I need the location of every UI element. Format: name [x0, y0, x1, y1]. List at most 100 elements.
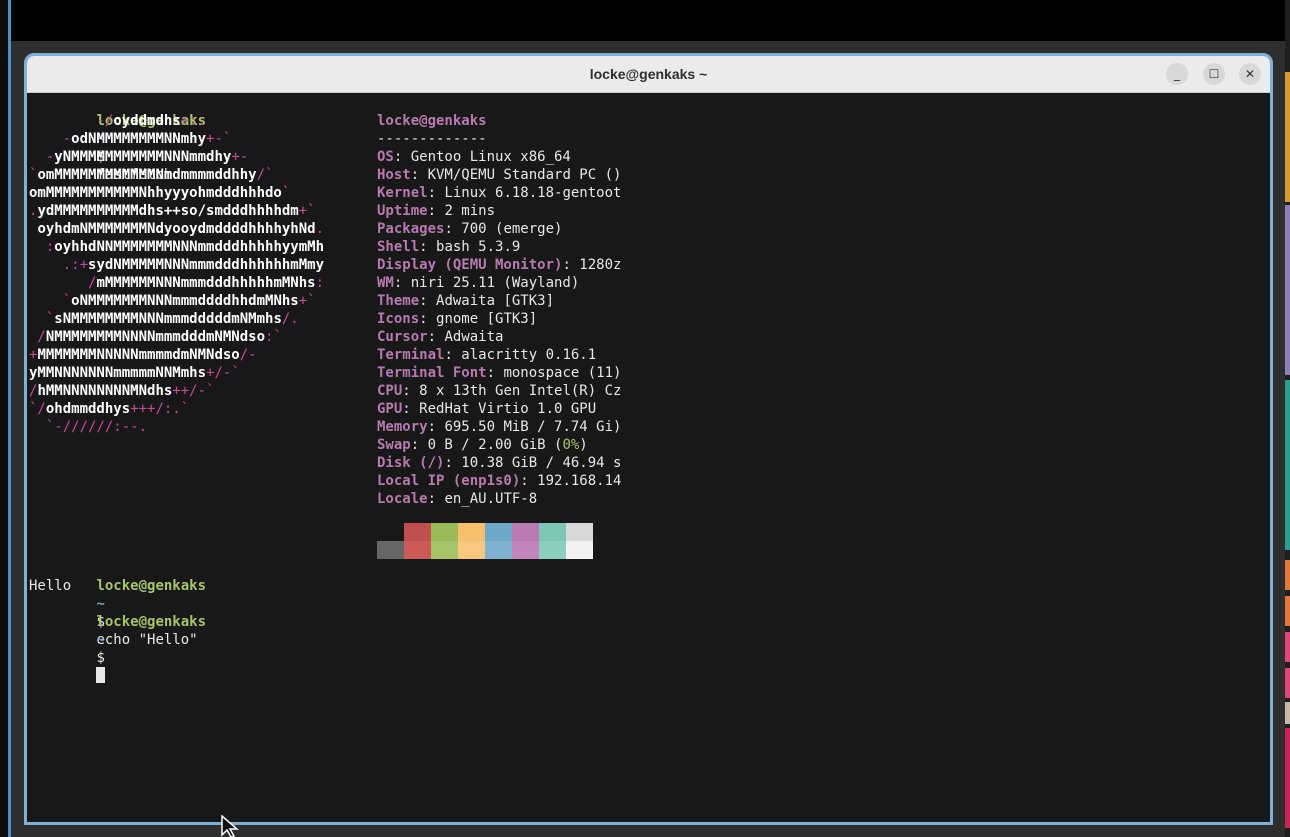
palette-swatch [566, 523, 593, 541]
logo-line: `sNMMMMMMMMNNNmmmdddddmNMmhs/. [29, 311, 299, 327]
palette-swatch [377, 541, 404, 559]
desktop: locke@genkaks ~ _ ☐ ✕ locke@genkaks ~ $ … [0, 0, 1290, 837]
info-key: WM [377, 275, 394, 291]
info-row: WM: niri 25.11 (Wayland) [377, 275, 580, 291]
logo-line: :oyhhdNNMMMMMMMNNNmmdddhhhhhyymMh [29, 239, 325, 255]
info-key: Swap [377, 437, 411, 453]
info-row: Uptime: 2 mins [377, 203, 496, 219]
prompt-line: locke@genkaks ~ $ [29, 595, 206, 683]
terminal-window[interactable]: locke@genkaks ~ _ ☐ ✕ locke@genkaks ~ $ … [24, 53, 1273, 825]
info-key: Local IP (enp1s0) [377, 473, 521, 489]
info-row: CPU: 8 x 13th Gen Intel(R) Cz [377, 383, 622, 399]
info-row: Host: KVM/QEMU Standard PC () [377, 167, 622, 183]
logo-line: /mMMMMMMNNNmmmdddhhhhhmMNhs: [29, 275, 325, 291]
fastfetch-separator: ------------- [377, 131, 487, 147]
info-value: 695.50 MiB / 7.74 Gi) [444, 419, 622, 435]
logo-line: -yNMMMMMMMMMMMNNNmmdhy+- [29, 149, 249, 165]
info-key: CPU [377, 383, 403, 399]
terminal-area[interactable]: locke@genkaks ~ $ fastfetch -/oyddmdhs+:… [27, 93, 1270, 822]
prompt-dir: ~ [96, 632, 105, 648]
palette-swatch [512, 541, 539, 559]
palette-swatch [458, 523, 485, 541]
info-value: gnome [GTK3] [436, 311, 538, 327]
logo-line: .ydMMMMMMMMMMdhs++so/smdddhhhhdm+` [29, 203, 316, 219]
info-key: Terminal Font [377, 365, 487, 381]
info-value: 8 x 13th Gen Intel(R) Cz [419, 383, 622, 399]
info-value: 0 B / 2.00 GiB ( [427, 437, 563, 453]
prompt-user: locke@genkaks [96, 578, 207, 594]
command-text: echo "Hello" [96, 632, 198, 648]
info-row: GPU: RedHat Virtio 1.0 GPU [377, 401, 597, 417]
info-row: Shell: bash 5.3.9 [377, 239, 521, 255]
info-highlight: 0% [562, 437, 580, 453]
info-key: GPU [377, 401, 403, 417]
info-value: Linux 6.18.18-gentoot [444, 185, 622, 201]
logo-line: .:+sydNMMMMMNNNmmmdddhhhhhhmMmy [29, 257, 325, 273]
info-row: Icons: gnome [GTK3] [377, 311, 538, 327]
logo-line: oyhdmNMMMMMMMNdyooydmddddhhhhyhNd. [37, 221, 325, 237]
prompt-symbol: $ [96, 650, 105, 666]
info-row: Theme: Adwaita [GTK3] [377, 293, 555, 309]
info-value: 10.38 GiB / 46.94 s [461, 455, 622, 471]
palette-swatch [539, 523, 566, 541]
palette-swatch [431, 541, 458, 559]
info-value: RedHat Virtio 1.0 GPU [419, 401, 597, 417]
info-value: Adwaita [444, 329, 504, 345]
info-row: Locale: en_AU.UTF-8 [377, 491, 538, 507]
info-row: Local IP (enp1s0): 192.168.14 [377, 473, 622, 489]
minimize-button[interactable]: _ [1166, 63, 1188, 85]
logo-line: `-//////:--. [29, 419, 148, 435]
palette-swatch [539, 541, 566, 559]
info-value: en_AU.UTF-8 [444, 491, 538, 507]
left-window-border [8, 0, 11, 837]
title-bar[interactable]: locke@genkaks ~ _ ☐ ✕ [27, 56, 1270, 93]
info-value: Gentoo Linux x86_64 [410, 149, 571, 165]
palette-swatch [458, 541, 485, 559]
info-key: Packages [377, 221, 445, 237]
logo-line: `oNMMMMMMMNNNmmmddddhhdmMNhs+` [29, 293, 316, 309]
info-row: OS: Gentoo Linux x86_64 [377, 149, 571, 165]
info-value: Adwaita [GTK3] [436, 293, 555, 309]
info-value: 2 mins [444, 203, 496, 219]
info-key: Kernel [377, 185, 428, 201]
command-output: Hello [29, 578, 72, 594]
palette-swatch [404, 523, 431, 541]
info-value: 192.168.14 [537, 473, 622, 489]
info-row: Swap: 0 B / 2.00 GiB (0%) [377, 437, 588, 453]
palette-swatch [566, 541, 593, 559]
logo-line: /NMMMMMMMMNNNNmmmdddmNMNdso:` [29, 329, 282, 345]
info-key: Uptime [377, 203, 428, 219]
info-value: KVM/QEMU Standard PC () [427, 167, 622, 183]
palette-swatch [485, 523, 512, 541]
info-key: Display (QEMU Monitor) [377, 257, 563, 273]
info-row: Kernel: Linux 6.18.18-gentoot [377, 185, 622, 201]
logo-line: -odNMMMMMMMMNNmhy+-` [29, 131, 232, 147]
info-row: Memory: 695.50 MiB / 7.74 Gi) [377, 419, 622, 435]
info-key: Theme [377, 293, 420, 309]
prompt-line: locke@genkaks ~ $ fastfetch [29, 94, 206, 183]
info-key: Locale [377, 491, 428, 507]
palette-swatch [485, 541, 512, 559]
info-key: Terminal [377, 347, 445, 363]
info-row: Terminal Font: monospace (11) [377, 365, 622, 381]
palette-swatch [431, 523, 458, 541]
logo-line: /hMMNNNNNNNNMNdhs++/-` [29, 383, 215, 399]
prompt-user: locke@genkaks [96, 614, 207, 630]
text-cursor [96, 667, 106, 683]
info-row: Packages: 700 (emerge) [377, 221, 563, 237]
info-key: Icons [377, 311, 420, 327]
info-row: Display (QEMU Monitor): 1280z [377, 257, 622, 273]
logo-line: omMMMMMMMMMMMNhhyyyohmdddhhhdo` [29, 185, 291, 201]
palette-swatch [377, 523, 404, 541]
info-key: Host [377, 167, 411, 183]
info-key: Shell [377, 239, 420, 255]
logo-line: `/ohdmmddhys+++/:.` [29, 401, 190, 417]
close-button[interactable]: ✕ [1239, 63, 1261, 85]
palette-swatch [512, 523, 539, 541]
info-key: Cursor [377, 329, 428, 345]
info-value: monospace (11) [503, 365, 622, 381]
info-row: Terminal: alacritty 0.16.1 [377, 347, 597, 363]
info-value: niri 25.11 (Wayland) [410, 275, 580, 291]
maximize-button[interactable]: ☐ [1203, 63, 1225, 85]
logo-line: -/oyddmdhs+:. [29, 113, 207, 129]
